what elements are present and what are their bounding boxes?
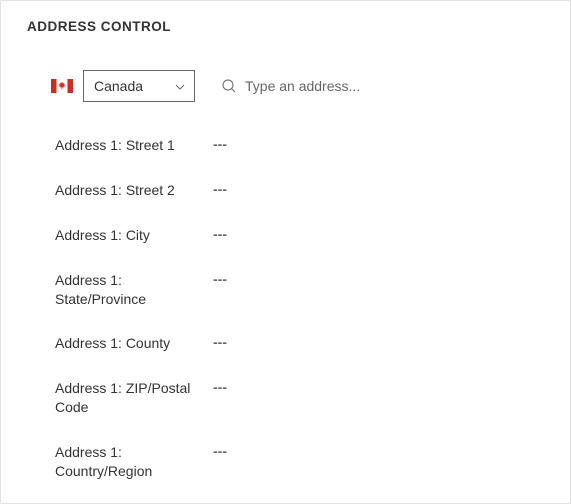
field-row: Address 1: City --- bbox=[55, 226, 544, 245]
search-icon bbox=[221, 78, 237, 94]
field-label: Address 1: Street 2 bbox=[55, 181, 213, 200]
field-row: Address 1: State/Province --- bbox=[55, 271, 544, 309]
field-row: Address 1: Country/Region --- bbox=[55, 443, 544, 481]
field-value[interactable]: --- bbox=[213, 443, 227, 459]
address-control-card: ADDRESS CONTROL Canada bbox=[0, 0, 571, 504]
field-row: Address 1: Street 2 --- bbox=[55, 181, 544, 200]
country-search-row: Canada bbox=[27, 70, 544, 102]
field-value[interactable]: --- bbox=[213, 271, 227, 287]
field-value[interactable]: --- bbox=[213, 379, 227, 395]
card-title: ADDRESS CONTROL bbox=[27, 19, 544, 34]
canada-flag-icon bbox=[51, 79, 73, 93]
country-select[interactable]: Canada bbox=[83, 70, 195, 102]
field-value[interactable]: --- bbox=[213, 334, 227, 350]
field-value[interactable]: --- bbox=[213, 226, 227, 242]
field-label: Address 1: County bbox=[55, 334, 213, 353]
country-select-value: Canada bbox=[94, 78, 143, 94]
field-value[interactable]: --- bbox=[213, 181, 227, 197]
field-row: Address 1: Street 1 --- bbox=[55, 136, 544, 155]
field-label: Address 1: Street 1 bbox=[55, 136, 213, 155]
field-label: Address 1: Country/Region bbox=[55, 443, 213, 481]
field-row: Address 1: ZIP/Postal Code --- bbox=[55, 379, 544, 417]
address-search bbox=[221, 78, 445, 94]
address-search-input[interactable] bbox=[245, 78, 445, 94]
chevron-down-icon bbox=[174, 80, 186, 92]
field-label: Address 1: City bbox=[55, 226, 213, 245]
field-label: Address 1: ZIP/Postal Code bbox=[55, 379, 213, 417]
field-label: Address 1: State/Province bbox=[55, 271, 213, 309]
address-fields: Address 1: Street 1 --- Address 1: Stree… bbox=[27, 136, 544, 481]
field-value[interactable]: --- bbox=[213, 136, 227, 152]
field-row: Address 1: County --- bbox=[55, 334, 544, 353]
